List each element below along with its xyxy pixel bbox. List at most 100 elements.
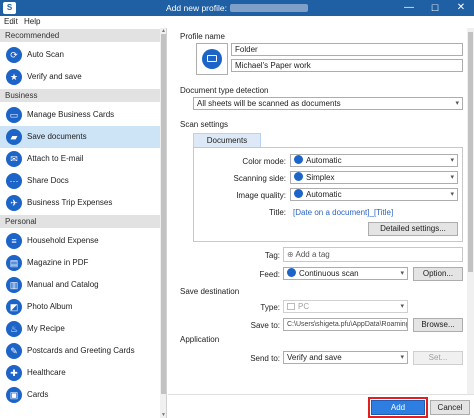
- sidebar-item-label: Postcards and Greeting Cards: [27, 346, 135, 355]
- scanning-side-value: Simplex: [306, 173, 335, 182]
- title-format-link[interactable]: [Date on a document]_[Title]: [293, 208, 393, 217]
- star-icon: ★: [6, 69, 22, 85]
- sidebar-item-verify-and-save[interactable]: ★ Verify and save: [0, 66, 160, 88]
- save-destination-section: Save destination: [180, 287, 240, 296]
- tab-documents[interactable]: Documents: [193, 133, 261, 147]
- category-recommended: Recommended: [0, 29, 160, 42]
- image-quality-label: Image quality:: [236, 191, 286, 200]
- simplex-icon: [294, 172, 303, 181]
- sidebar-item-label: Verify and save: [27, 72, 82, 81]
- add-button[interactable]: Add: [368, 397, 428, 418]
- sidebar-item-label: Photo Album: [27, 302, 73, 311]
- window-title-text: Add new profile:: [166, 3, 227, 13]
- application-section: Application: [180, 335, 220, 344]
- sidebar-item-label: Healthcare: [27, 368, 66, 377]
- main-scrollbar[interactable]: [467, 28, 474, 394]
- folder-icon: [202, 49, 222, 69]
- sidebar-item-attach-to-email[interactable]: ✉ Attach to E-mail: [0, 148, 160, 170]
- receipt-icon: ≡: [6, 233, 22, 249]
- send-to-dropdown[interactable]: Verify and save ▾: [283, 351, 408, 364]
- sidebar-item-save-documents[interactable]: ▰ Save documents: [0, 126, 160, 148]
- sidebar-item-label: Save documents: [27, 132, 87, 141]
- profile-icon-box[interactable]: [196, 43, 228, 75]
- color-mode-value: Automatic: [306, 156, 342, 165]
- scanning-side-dropdown[interactable]: Simplex ▾: [290, 171, 458, 184]
- photo-icon: ◩: [6, 299, 22, 315]
- type-label: Type:: [260, 303, 280, 312]
- profile-name-input[interactable]: Folder: [231, 43, 463, 56]
- sidebar-item-label: Magazine in PDF: [27, 258, 89, 267]
- email-icon: ✉: [6, 151, 22, 167]
- doc-type-value: All sheets will be scanned as documents: [197, 99, 341, 108]
- sidebar-item-label: Attach to E-mail: [27, 154, 84, 163]
- postcard-icon: ✎: [6, 343, 22, 359]
- set-button[interactable]: Set...: [413, 351, 463, 365]
- cancel-button[interactable]: Cancel: [430, 400, 470, 415]
- scroll-down-icon[interactable]: ▼: [160, 412, 166, 418]
- redacted-title: [229, 4, 308, 12]
- feed-value: Continuous scan: [299, 269, 359, 278]
- color-mode-dropdown[interactable]: Automatic ▾: [290, 154, 458, 167]
- tag-input[interactable]: ⊕ Add a tag: [283, 247, 463, 262]
- save-to-label: Save to:: [250, 321, 280, 330]
- detailed-settings-button[interactable]: Detailed settings...: [368, 222, 458, 236]
- sidebar-item-photo-album[interactable]: ◩ Photo Album: [0, 296, 160, 318]
- sidebar-scrollbar[interactable]: ▲ ▼: [160, 28, 166, 418]
- sidebar-item-manage-business-cards[interactable]: ▭ Manage Business Cards: [0, 104, 160, 126]
- chef-hat-icon: ♨: [6, 321, 22, 337]
- save-to-path[interactable]: C:\Users\shigeta.pfu\AppData\Roaming\PF: [283, 318, 408, 331]
- image-quality-value: Automatic: [306, 190, 342, 199]
- magazine-icon: ▤: [6, 255, 22, 271]
- chevron-down-icon: ▾: [400, 270, 404, 277]
- sidebar-item-my-recipe[interactable]: ♨ My Recipe: [0, 318, 160, 340]
- sidebar-item-business-trip-expenses[interactable]: ✈ Business Trip Expenses: [0, 192, 160, 214]
- business-card-icon: ▭: [6, 107, 22, 123]
- doc-type-dropdown[interactable]: All sheets will be scanned as documents …: [193, 97, 463, 110]
- sidebar-item-label: Cards: [27, 390, 49, 399]
- sidebar-item-label: Manual and Catalog: [27, 280, 99, 289]
- sidebar-scroll-thumb[interactable]: [161, 34, 166, 394]
- category-personal: Personal: [0, 215, 160, 228]
- sidebar-item-label: Household Expense: [27, 236, 99, 245]
- feed-option-button[interactable]: Option...: [413, 267, 463, 281]
- maximize-button[interactable]: ☐: [422, 0, 448, 16]
- tag-placeholder: Add a tag: [295, 250, 330, 259]
- sidebar-item-magazine-in-pdf[interactable]: ▤ Magazine in PDF: [0, 252, 160, 274]
- minimize-button[interactable]: —: [396, 0, 422, 16]
- menu-edit[interactable]: Edit: [4, 17, 18, 26]
- sidebar-item-healthcare[interactable]: ✚ Healthcare: [0, 362, 160, 384]
- cards-icon: ▣: [6, 387, 22, 403]
- chevron-down-icon: ▾: [450, 191, 454, 198]
- pc-icon: [287, 303, 295, 310]
- continuous-scan-icon: [287, 268, 296, 277]
- dialog-footer: Add Cancel: [168, 394, 474, 418]
- share-icon: ⋯: [6, 173, 22, 189]
- doc-type-section: Document type detection: [180, 86, 269, 95]
- sidebar-item-share-docs[interactable]: ⋯ Share Docs: [0, 170, 160, 192]
- browse-button[interactable]: Browse...: [413, 318, 463, 332]
- folder-icon: ▰: [6, 129, 22, 145]
- sidebar-item-postcards[interactable]: ✎ Postcards and Greeting Cards: [0, 340, 160, 362]
- sidebar-item-manual-and-catalog[interactable]: ▥ Manual and Catalog: [0, 274, 160, 296]
- chevron-down-icon: ▾: [400, 354, 404, 361]
- chevron-down-icon: ▾: [400, 303, 404, 310]
- add-tag-icon: ⊕: [287, 250, 294, 259]
- auto-scan-icon: ⟳: [6, 47, 22, 63]
- sidebar-item-household-expense[interactable]: ≡ Household Expense: [0, 230, 160, 252]
- sidebar-item-label: Business Trip Expenses: [27, 198, 113, 207]
- sidebar-item-cards[interactable]: ▣ Cards: [0, 384, 160, 406]
- main-scroll-thumb[interactable]: [468, 32, 473, 272]
- profile-description-input[interactable]: Michael's Paper work: [231, 59, 463, 72]
- sidebar-item-auto-scan[interactable]: ⟳ Auto Scan: [0, 44, 160, 66]
- tag-label: Tag:: [264, 251, 280, 260]
- save-type-dropdown[interactable]: PC ▾: [283, 300, 408, 313]
- image-quality-dropdown[interactable]: Automatic ▾: [290, 188, 458, 201]
- save-type-value: PC: [298, 302, 310, 311]
- send-to-label: Send to:: [250, 354, 280, 363]
- image-quality-icon: [294, 189, 303, 198]
- close-button[interactable]: ✕: [448, 0, 474, 16]
- healthcare-icon: ✚: [6, 365, 22, 381]
- menu-help[interactable]: Help: [24, 17, 40, 26]
- feed-dropdown[interactable]: Continuous scan ▾: [283, 267, 408, 280]
- scan-settings-section: Scan settings: [180, 120, 229, 129]
